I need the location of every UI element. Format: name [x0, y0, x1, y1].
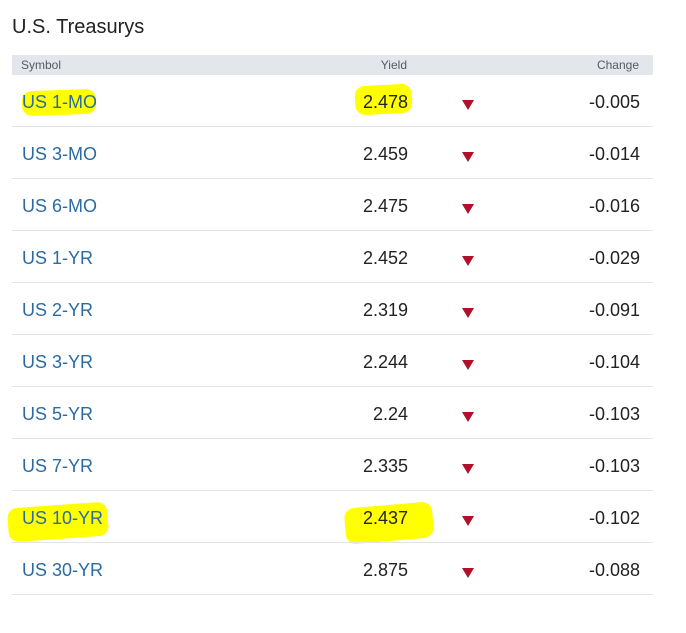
symbol-link[interactable]: US 30-YR	[22, 560, 103, 581]
treasury-table: Symbol Yield Change US 1-MO 2.478 -0.005…	[12, 55, 653, 595]
symbol-link[interactable]: US 3-MO	[22, 144, 97, 165]
table-row: US 1-YR 2.452 -0.029	[12, 231, 653, 283]
table-row: US 5-YR 2.24 -0.103	[12, 387, 653, 439]
yield-value: 2.437	[362, 508, 408, 528]
column-header-change: Change	[596, 58, 639, 72]
table-row: US 3-YR 2.244 -0.104	[12, 335, 653, 387]
change-value: -0.088	[588, 560, 640, 580]
symbol-link[interactable]: US 1-MO	[22, 92, 97, 113]
table-row: US 6-MO 2.475 -0.016	[12, 179, 653, 231]
down-arrow-icon	[462, 204, 474, 214]
down-arrow-icon	[462, 360, 474, 370]
yield-value: 2.244	[362, 352, 408, 372]
table-header: Symbol Yield Change	[12, 55, 653, 75]
down-arrow-icon	[462, 256, 474, 266]
change-value: -0.005	[588, 92, 640, 112]
change-value: -0.104	[588, 352, 640, 372]
symbol-link[interactable]: US 10-YR	[22, 508, 103, 529]
symbol-link[interactable]: US 5-YR	[22, 404, 93, 425]
down-arrow-icon	[462, 412, 474, 422]
symbol-link[interactable]: US 6-MO	[22, 196, 97, 217]
change-value: -0.091	[588, 300, 640, 320]
down-arrow-icon	[462, 516, 474, 526]
column-header-symbol: Symbol	[21, 58, 62, 72]
yield-value: 2.459	[362, 144, 408, 164]
down-arrow-icon	[462, 100, 474, 110]
change-value: -0.103	[588, 404, 640, 424]
change-value: -0.102	[588, 508, 640, 528]
yield-value: 2.452	[362, 248, 408, 268]
down-arrow-icon	[462, 152, 474, 162]
table-row: US 7-YR 2.335 -0.103	[12, 439, 653, 491]
table-row: US 10-YR 2.437 -0.102	[12, 491, 653, 543]
column-header-yield: Yield	[380, 58, 407, 72]
yield-value: 2.875	[362, 560, 408, 580]
down-arrow-icon	[462, 568, 474, 578]
yield-value: 2.335	[362, 456, 408, 476]
symbol-link[interactable]: US 2-YR	[22, 300, 93, 321]
page-title: U.S. Treasurys	[12, 16, 145, 38]
table-row: US 30-YR 2.875 -0.088	[12, 543, 653, 595]
table-row: US 2-YR 2.319 -0.091	[12, 283, 653, 335]
change-value: -0.016	[588, 196, 640, 216]
symbol-link[interactable]: US 1-YR	[22, 248, 93, 269]
table-row: US 1-MO 2.478 -0.005	[12, 75, 653, 127]
change-value: -0.014	[588, 144, 640, 164]
table-row: US 3-MO 2.459 -0.014	[12, 127, 653, 179]
yield-value: 2.319	[362, 300, 408, 320]
down-arrow-icon	[462, 308, 474, 318]
yield-value: 2.475	[362, 196, 408, 216]
symbol-link[interactable]: US 7-YR	[22, 456, 93, 477]
change-value: -0.029	[588, 248, 640, 268]
change-value: -0.103	[588, 456, 640, 476]
symbol-link[interactable]: US 3-YR	[22, 352, 93, 373]
yield-value: 2.24	[372, 404, 408, 424]
down-arrow-icon	[462, 464, 474, 474]
yield-value: 2.478	[362, 92, 408, 112]
